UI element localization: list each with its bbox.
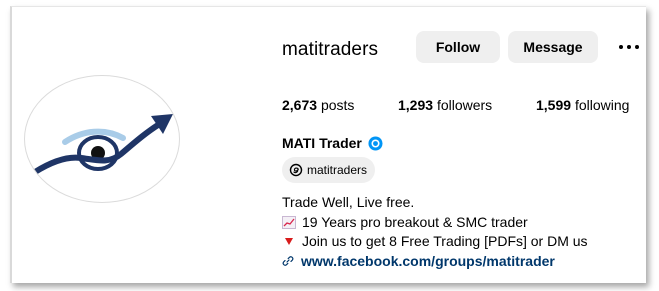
threads-handle: matitraders bbox=[307, 163, 368, 177]
threads-profile-link[interactable]: matitraders bbox=[282, 157, 376, 183]
follow-button[interactable]: Follow bbox=[416, 31, 500, 63]
red-triangle-down-icon bbox=[285, 238, 293, 246]
profile-avatar[interactable] bbox=[24, 75, 180, 203]
bio-line: Join us to get 8 Free Trading [PDFs] or … bbox=[282, 232, 588, 252]
link-icon bbox=[282, 256, 294, 267]
followers-label: followers bbox=[436, 97, 493, 113]
followers-count: 1,293 bbox=[398, 97, 434, 113]
following-label: following bbox=[574, 97, 630, 113]
profile-username: matitraders bbox=[282, 39, 379, 60]
trading-logo-icon bbox=[32, 114, 173, 175]
posts-count: 2,673 bbox=[282, 97, 318, 113]
following-stat[interactable]: 1,599 following bbox=[536, 97, 629, 113]
posts-label: posts bbox=[320, 97, 355, 113]
profile-header: matitraders Follow Message 2,673 posts 1… bbox=[10, 6, 646, 283]
more-dot bbox=[627, 45, 631, 49]
bio-text: Join us to get 8 Free Trading [PDFs] or … bbox=[302, 233, 588, 249]
bio: Trade Well, Live free. 19 Years pro brea… bbox=[282, 193, 588, 271]
bio-line: Trade Well, Live free. bbox=[282, 193, 588, 213]
threads-icon bbox=[289, 163, 303, 177]
bio-line: 19 Years pro breakout & SMC trader bbox=[282, 213, 588, 233]
bio-link-text: www.facebook.com/groups/matitrader bbox=[301, 252, 555, 269]
more-dot bbox=[635, 45, 639, 49]
bio-text: 19 Years pro breakout & SMC trader bbox=[302, 213, 528, 230]
following-count: 1,599 bbox=[536, 97, 572, 113]
message-button[interactable]: Message bbox=[508, 31, 598, 63]
more-dot bbox=[619, 45, 623, 49]
bio-external-link[interactable]: www.facebook.com/groups/matitrader bbox=[282, 252, 588, 272]
verified-badge-icon bbox=[368, 136, 383, 151]
posts-stat: 2,673 posts bbox=[282, 97, 354, 113]
display-name: MATI Trader bbox=[282, 135, 362, 151]
more-options-icon[interactable] bbox=[614, 35, 644, 59]
chart-increasing-icon bbox=[282, 215, 296, 229]
bio-text: Trade Well, Live free. bbox=[282, 194, 415, 210]
followers-stat[interactable]: 1,293 followers bbox=[398, 97, 492, 113]
